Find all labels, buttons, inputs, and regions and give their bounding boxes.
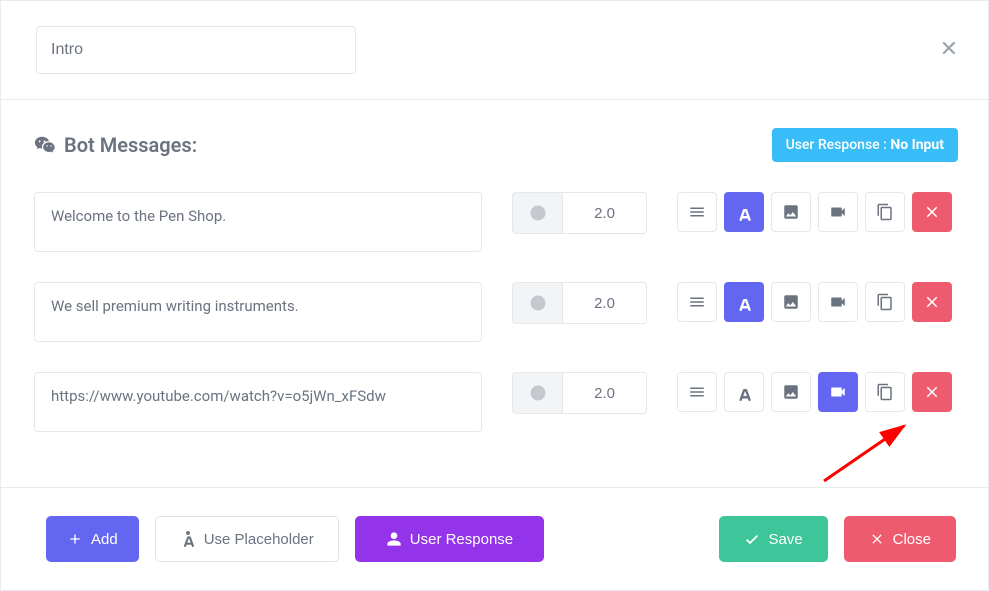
check-icon — [744, 531, 760, 547]
image-type-button[interactable] — [771, 372, 811, 412]
badge-value: No Input — [890, 137, 944, 153]
bars-icon — [688, 203, 706, 221]
video-type-button[interactable] — [818, 282, 858, 322]
font-icon — [735, 383, 753, 401]
copy-icon — [876, 383, 894, 401]
delete-button[interactable] — [912, 282, 952, 322]
duplicate-button[interactable] — [865, 282, 905, 322]
plus-icon — [67, 531, 83, 547]
clock-icon — [512, 372, 562, 414]
video-type-button[interactable] — [818, 192, 858, 232]
drag-handle-icon[interactable] — [677, 372, 717, 412]
drag-handle-icon[interactable] — [677, 282, 717, 322]
user-response-label: User Response — [410, 531, 513, 548]
video-type-button[interactable] — [818, 372, 858, 412]
text-type-button[interactable] — [724, 372, 764, 412]
user-icon — [386, 531, 402, 547]
clock-icon — [512, 192, 562, 234]
close-icon — [923, 383, 941, 401]
drag-handle-icon[interactable] — [677, 192, 717, 232]
delay-group — [512, 372, 647, 414]
video-icon — [829, 203, 847, 221]
modal-header: ✕ — [1, 1, 988, 100]
delay-group — [512, 282, 647, 324]
message-row — [34, 282, 958, 342]
delay-input[interactable] — [562, 372, 647, 414]
bars-icon — [688, 293, 706, 311]
message-toolbar — [677, 372, 952, 412]
user-response-badge[interactable]: User Response : No Input — [772, 128, 958, 162]
use-placeholder-button[interactable]: Use Placeholder — [155, 516, 339, 562]
delay-input[interactable] — [562, 282, 647, 324]
message-text-input[interactable] — [34, 192, 482, 252]
x-icon — [869, 531, 885, 547]
modal-footer: Add Use Placeholder User Response Save C… — [1, 487, 988, 590]
font-icon — [180, 531, 196, 547]
delete-button[interactable] — [912, 192, 952, 232]
section-title: Bot Messages: — [34, 133, 197, 157]
duplicate-button[interactable] — [865, 372, 905, 412]
save-label: Save — [768, 531, 802, 548]
save-button[interactable]: Save — [719, 516, 827, 562]
message-toolbar — [677, 192, 952, 232]
close-button[interactable]: Close — [844, 516, 956, 562]
add-button[interactable]: Add — [46, 516, 139, 562]
copy-icon — [876, 203, 894, 221]
bars-icon — [688, 383, 706, 401]
delay-group — [512, 192, 647, 234]
wechat-icon — [34, 134, 56, 156]
delete-button[interactable] — [912, 372, 952, 412]
message-text-input[interactable] — [34, 372, 482, 432]
modal-body: Bot Messages: User Response : No Input — [1, 100, 988, 487]
close-icon — [923, 203, 941, 221]
user-response-button[interactable]: User Response — [355, 516, 544, 562]
message-text-input[interactable] — [34, 282, 482, 342]
font-icon — [735, 203, 753, 221]
image-type-button[interactable] — [771, 192, 811, 232]
image-icon — [782, 293, 800, 311]
duplicate-button[interactable] — [865, 192, 905, 232]
image-icon — [782, 203, 800, 221]
video-icon — [829, 293, 847, 311]
text-type-button[interactable] — [724, 192, 764, 232]
badge-prefix: User Response : — [786, 137, 887, 153]
text-type-button[interactable] — [724, 282, 764, 322]
font-icon — [735, 293, 753, 311]
message-row — [34, 192, 958, 252]
use-placeholder-label: Use Placeholder — [204, 531, 314, 548]
block-name-input[interactable] — [36, 26, 356, 74]
section-header: Bot Messages: User Response : No Input — [34, 128, 958, 162]
video-icon — [829, 383, 847, 401]
close-icon[interactable]: ✕ — [940, 39, 958, 61]
message-toolbar — [677, 282, 952, 322]
section-title-text: Bot Messages: — [64, 133, 197, 157]
modal: ✕ Bot Messages: User Response : No Input… — [0, 0, 989, 591]
delay-input[interactable] — [562, 192, 647, 234]
message-row — [34, 372, 958, 432]
clock-icon — [512, 282, 562, 324]
image-icon — [782, 383, 800, 401]
close-icon — [923, 293, 941, 311]
copy-icon — [876, 293, 894, 311]
add-label: Add — [91, 531, 118, 548]
image-type-button[interactable] — [771, 282, 811, 322]
close-label: Close — [893, 531, 931, 548]
